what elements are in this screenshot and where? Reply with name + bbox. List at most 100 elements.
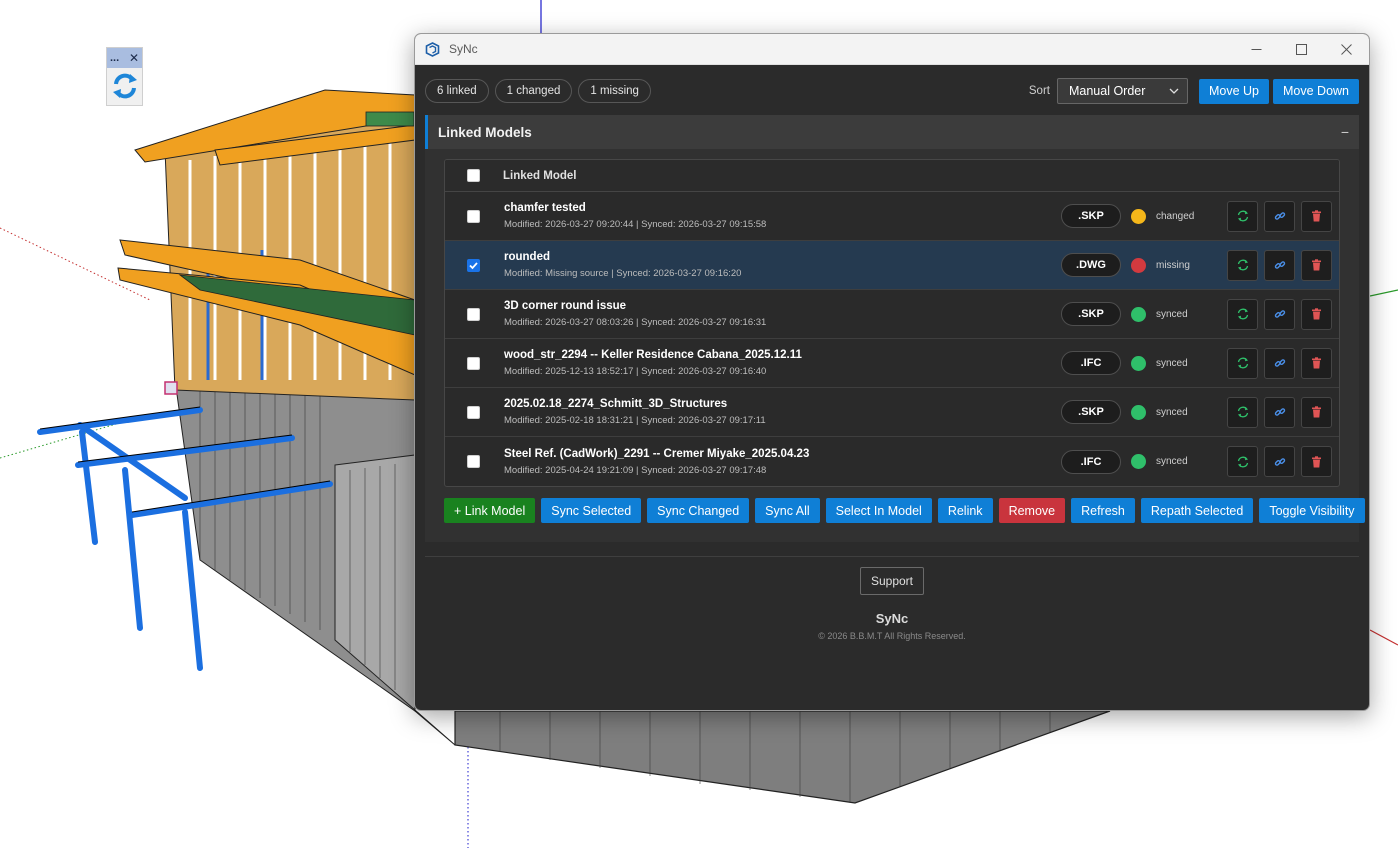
row-checkbox[interactable] <box>466 405 480 419</box>
link-model-button[interactable]: + Link Model <box>444 498 536 523</box>
sort-select[interactable]: Manual Order <box>1056 78 1188 104</box>
model-meta: Modified: 2025-04-24 19:21:09 | Synced: … <box>504 464 767 476</box>
status-indicator: missing <box>1131 257 1221 273</box>
close-icon[interactable] <box>1324 34 1369 65</box>
relink-row-icon[interactable] <box>1264 446 1295 477</box>
relink-row-icon[interactable] <box>1264 298 1295 330</box>
status-dot <box>1131 404 1146 420</box>
status-text: synced <box>1156 308 1188 320</box>
model-name: Steel Ref. (CadWork)_2291 -- Cremer Miya… <box>504 447 810 460</box>
row-checkbox[interactable] <box>466 455 480 468</box>
floating-toolbar-header[interactable]: ... ✕ <box>107 48 142 68</box>
model-name: chamfer tested <box>504 202 586 214</box>
model-name: wood_str_2294 -- Keller Residence Cabana… <box>504 349 802 361</box>
table-row[interactable]: rounded Modified: Missing source | Synced… <box>445 241 1339 290</box>
row-checkbox[interactable] <box>466 356 480 370</box>
sync-row-icon[interactable] <box>1227 396 1258 428</box>
status-indicator: synced <box>1131 306 1221 322</box>
section-title: Linked Models <box>438 124 532 140</box>
chevron-down-icon <box>1169 86 1179 97</box>
summary-bar: 6 linked 1 changed 1 missing Sort Manual… <box>425 77 1359 105</box>
status-indicator: synced <box>1131 355 1221 371</box>
table-row[interactable]: wood_str_2294 -- Keller Residence Cabana… <box>445 339 1339 388</box>
repath-selected-button[interactable]: Repath Selected <box>1140 498 1254 523</box>
relink-row-icon[interactable] <box>1264 200 1295 232</box>
toolbar-menu-dots[interactable]: ... <box>110 52 119 64</box>
maximize-icon[interactable] <box>1279 34 1324 65</box>
delete-row-icon[interactable] <box>1301 249 1332 281</box>
table-row[interactable]: Steel Ref. (CadWork)_2291 -- Cremer Miya… <box>445 437 1339 486</box>
status-indicator: changed <box>1131 208 1221 224</box>
collapse-icon[interactable]: − <box>1341 124 1349 140</box>
file-type-badge: .SKP <box>1061 302 1121 326</box>
sync-row-icon[interactable] <box>1227 200 1258 232</box>
model-meta: Modified: 2025-02-18 18:31:21 | Synced: … <box>504 415 766 426</box>
sync-all-button[interactable]: Sync All <box>755 498 820 523</box>
missing-count-badge: 1 missing <box>578 79 651 103</box>
sync-row-icon[interactable] <box>1227 298 1258 330</box>
delete-row-icon[interactable] <box>1301 200 1332 232</box>
linked-models-table: Linked Model chamfer tested Modified: 202… <box>444 159 1340 487</box>
row-checkbox[interactable] <box>466 258 480 272</box>
model-meta: Modified: 2026-03-27 08:03:26 | Synced: … <box>504 317 767 328</box>
sync-row-icon[interactable] <box>1227 347 1258 379</box>
relink-row-icon[interactable] <box>1264 347 1295 379</box>
linked-model-column-header: Linked Model <box>503 169 577 182</box>
relink-row-icon[interactable] <box>1264 396 1295 428</box>
sync-arrows-icon[interactable] <box>107 68 142 104</box>
delete-row-icon[interactable] <box>1301 298 1332 330</box>
model-name: 3D corner round issue <box>504 300 627 312</box>
status-text: synced <box>1156 357 1188 369</box>
status-text: changed <box>1156 210 1195 222</box>
delete-row-icon[interactable] <box>1301 347 1332 379</box>
sync-changed-button[interactable]: Sync Changed <box>647 498 750 523</box>
linked-count-badge: 6 linked <box>425 79 489 103</box>
model-info: 3D corner round issue Modified: 2026-03-2… <box>504 300 1061 328</box>
relink-row-icon[interactable] <box>1264 249 1295 281</box>
model-meta: Modified: Missing source | Synced: 2026-… <box>504 268 742 279</box>
file-type-badge: .IFC <box>1061 449 1121 474</box>
file-type-badge: .SKP <box>1061 204 1121 228</box>
select-all-checkbox[interactable] <box>466 169 480 182</box>
status-dot <box>1131 208 1146 224</box>
changed-count-badge: 1 changed <box>494 79 573 103</box>
toggle-visibility-button[interactable]: Toggle Visibility <box>1259 498 1365 523</box>
table-row[interactable]: 3D corner round issue Modified: 2026-03-2… <box>445 290 1339 339</box>
move-up-button[interactable]: Move Up <box>1198 78 1269 104</box>
row-checkbox[interactable] <box>466 209 480 223</box>
delete-row-icon[interactable] <box>1301 446 1332 477</box>
table-header: Linked Model <box>445 160 1339 192</box>
refresh-button[interactable]: Refresh <box>1071 498 1135 523</box>
table-row[interactable]: chamfer tested Modified: 2026-03-27 09:20… <box>445 192 1339 241</box>
sync-dialog: SyNc 6 linked 1 changed 1 missing Sort M… <box>414 33 1370 711</box>
linked-models-section-header[interactable]: Linked Models − <box>425 115 1359 149</box>
copyright-text: © 2026 B.B.M.T All Rights Reserved. <box>818 631 966 641</box>
status-dot <box>1131 454 1146 469</box>
model-info: rounded Modified: Missing source | Synced… <box>504 251 1061 279</box>
status-dot <box>1131 257 1146 273</box>
select-in-model-button[interactable]: Select In Model <box>825 498 932 523</box>
table-row[interactable]: 2025.02.18_2274_Schmitt_3D_Structures Mod… <box>445 388 1339 437</box>
move-down-button[interactable]: Move Down <box>1273 78 1359 104</box>
model-meta: Modified: 2025-12-13 18:52:17 | Synced: … <box>504 366 767 377</box>
model-info: 2025.02.18_2274_Schmitt_3D_Structures Mod… <box>504 398 1061 426</box>
action-bar: + Link Model Sync Selected Sync Changed … <box>444 498 1365 523</box>
row-checkbox[interactable] <box>466 307 480 321</box>
sync-row-icon[interactable] <box>1227 446 1258 477</box>
minimize-icon[interactable] <box>1234 34 1279 65</box>
title-bar[interactable]: SyNc <box>415 34 1369 65</box>
relink-button[interactable]: Relink <box>937 498 993 523</box>
sync-selected-button[interactable]: Sync Selected <box>541 498 642 523</box>
status-indicator: synced <box>1131 454 1221 469</box>
sync-row-icon[interactable] <box>1227 249 1258 281</box>
footer-brand: SyNc <box>875 611 909 626</box>
toolbar-close-icon[interactable]: ✕ <box>129 52 139 64</box>
model-info: chamfer tested Modified: 2026-03-27 09:20… <box>504 202 1061 230</box>
sort-label: Sort <box>1028 85 1050 97</box>
remove-button[interactable]: Remove <box>998 498 1066 523</box>
support-button[interactable]: Support <box>859 567 925 595</box>
linked-models-section: Linked Model chamfer tested Modified: 202… <box>425 149 1365 542</box>
delete-row-icon[interactable] <box>1301 396 1332 428</box>
status-dot <box>1131 306 1146 322</box>
sort-select-value: Manual Order <box>1068 84 1146 98</box>
